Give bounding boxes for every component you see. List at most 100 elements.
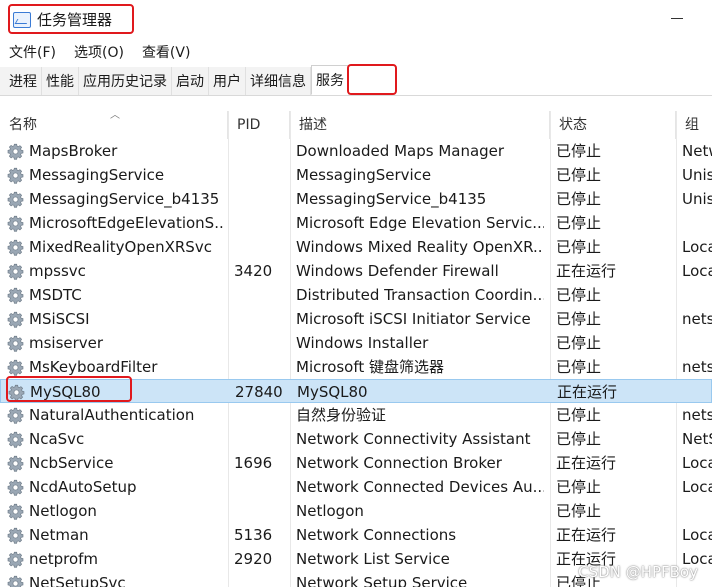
service-group: nets <box>682 406 712 424</box>
tab-processes[interactable]: 进程 <box>0 67 42 95</box>
service-description: Windows Mixed Reality OpenXR... <box>296 238 544 256</box>
service-description: Network Connectivity Assistant <box>296 430 531 448</box>
service-group: nets <box>682 310 712 328</box>
service-row[interactable]: NcdAutoSetup Network Connected Devices Au… <box>0 475 712 499</box>
service-name: MessagingService <box>29 166 165 184</box>
service-group: Unis <box>682 166 712 184</box>
service-group <box>682 283 712 307</box>
column-name-label: 名称 <box>9 117 37 133</box>
service-pid: 2920 <box>234 550 273 568</box>
service-name: MsKeyboardFilter <box>29 358 158 376</box>
column-header-status[interactable]: 状态 <box>550 111 676 139</box>
column-group-label: 组 <box>685 117 699 133</box>
column-status-label: 状态 <box>559 117 587 133</box>
service-name: MicrosoftEdgeElevationS... <box>29 214 225 232</box>
service-gear-icon <box>7 455 24 472</box>
service-description: Microsoft Edge Elevation Servic... <box>296 214 544 232</box>
service-row[interactable]: MSiSCSI Microsoft iSCSI Initiator Service… <box>0 307 712 331</box>
service-status: 已停止 <box>556 430 602 448</box>
service-name: NcaSvc <box>29 430 85 448</box>
service-name: MSiSCSI <box>29 310 90 328</box>
service-row[interactable]: MixedRealityOpenXRSvc Windows Mixed Reali… <box>0 235 712 259</box>
tab-services[interactable]: 服务 <box>311 65 349 95</box>
service-row[interactable]: Netlogon Netlogon 已停止 <box>0 499 712 523</box>
service-gear-icon <box>7 407 24 424</box>
service-row[interactable]: msiserver Windows Installer 已停止 <box>0 331 712 355</box>
column-header-group[interactable]: 组 <box>676 111 712 139</box>
service-status: 已停止 <box>556 310 602 328</box>
menu-file[interactable]: 文件(F) <box>0 42 65 62</box>
service-group: Loca <box>682 454 712 472</box>
service-name: msiserver <box>29 334 104 352</box>
tab-details[interactable]: 详细信息 <box>246 67 311 95</box>
service-name: Netlogon <box>29 502 97 520</box>
tab-users[interactable]: 用户 <box>209 67 246 95</box>
title-bar: 任务管理器 <box>0 0 712 40</box>
services-list: MapsBroker Downloaded Maps Manager 已停止 Netw… <box>0 139 712 587</box>
column-pid-label: PID <box>237 117 261 133</box>
minimize-button[interactable] <box>662 8 692 28</box>
service-row[interactable]: MessagingService MessagingService 已停止 Unis <box>0 163 712 187</box>
service-gear-icon <box>7 575 24 587</box>
service-description: Network Connection Broker <box>296 454 502 472</box>
service-pid <box>234 307 290 331</box>
service-group: nets <box>682 358 712 376</box>
service-group: Loca <box>682 262 712 280</box>
service-row[interactable]: Netman 5136 Network Connections 正在运行 Loca <box>0 523 712 547</box>
column-header-description[interactable]: 描述 <box>290 111 550 139</box>
service-name: netprofm <box>29 550 99 568</box>
service-pid <box>234 427 290 451</box>
service-pid <box>234 139 290 163</box>
service-pid: 1696 <box>234 454 273 472</box>
service-name: NcdAutoSetup <box>29 478 137 496</box>
service-gear-icon <box>7 287 24 304</box>
service-group: Loca <box>682 478 712 496</box>
service-status: 已停止 <box>556 406 602 424</box>
service-description: Network List Service <box>296 550 450 568</box>
service-group: NetS <box>682 430 712 448</box>
service-row[interactable]: MicrosoftEdgeElevationS... Microsoft Edge… <box>0 211 712 235</box>
service-gear-icon <box>7 527 24 544</box>
service-status: 已停止 <box>556 190 602 208</box>
menu-options[interactable]: 选项(O) <box>65 42 133 62</box>
service-status: 已停止 <box>556 478 602 496</box>
service-pid <box>234 499 290 523</box>
service-description: MessagingService <box>296 166 432 184</box>
service-row[interactable]: MySQL80 27840 MySQL80 正在运行 <box>0 379 712 403</box>
menu-bar: 文件(F) 选项(O) 查看(V) <box>0 40 712 64</box>
service-description: Network Setup Service <box>296 574 468 587</box>
service-pid <box>234 355 290 379</box>
tab-startup[interactable]: 启动 <box>172 67 209 95</box>
service-status: 已停止 <box>556 142 602 160</box>
service-status: 正在运行 <box>556 454 617 472</box>
column-header-pid[interactable]: PID <box>228 111 290 139</box>
service-description: Windows Installer <box>296 334 429 352</box>
column-header-row: 名称 ︿ PID 描述 状态 组 <box>0 111 712 139</box>
service-pid: 27840 <box>235 383 283 401</box>
task-manager-icon <box>13 11 31 28</box>
service-status: 正在运行 <box>556 526 617 544</box>
service-description: Network Connections <box>296 526 457 544</box>
service-gear-icon <box>7 167 24 184</box>
service-status: 已停止 <box>556 334 602 352</box>
service-name: MySQL80 <box>30 383 101 401</box>
menu-view[interactable]: 查看(V) <box>133 42 200 62</box>
service-name: MSDTC <box>29 286 82 304</box>
service-row[interactable]: mpssvc 3420 Windows Defender Firewall 正在运行 L… <box>0 259 712 283</box>
service-group <box>683 380 712 404</box>
tab-performance[interactable]: 性能 <box>42 67 79 95</box>
tab-app-history[interactable]: 应用历史记录 <box>79 67 172 95</box>
service-gear-icon <box>7 263 24 280</box>
service-row[interactable]: NcbService 1696 Network Connection Broker 正… <box>0 451 712 475</box>
service-row[interactable]: NaturalAuthentication 自然身份验证 已停止 nets <box>0 403 712 427</box>
service-status: 已停止 <box>556 166 602 184</box>
service-row[interactable]: MessagingService_b4135 MessagingService_b… <box>0 187 712 211</box>
service-status: 正在运行 <box>557 383 618 401</box>
service-row[interactable]: NcaSvc Network Connectivity Assistant 已停止 N… <box>0 427 712 451</box>
service-gear-icon <box>7 335 24 352</box>
service-row[interactable]: MSDTC Distributed Transaction Coordin... 已… <box>0 283 712 307</box>
service-status: 已停止 <box>556 502 602 520</box>
service-row[interactable]: MapsBroker Downloaded Maps Manager 已停止 Netw <box>0 139 712 163</box>
service-description: Microsoft iSCSI Initiator Service <box>296 310 531 328</box>
service-row[interactable]: MsKeyboardFilter Microsoft 键盘筛选器 已停止 nets <box>0 355 712 379</box>
